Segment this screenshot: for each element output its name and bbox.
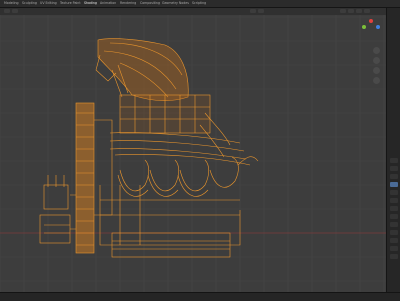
tool-scene-icon[interactable] (390, 174, 398, 179)
3d-viewport[interactable] (0, 15, 386, 292)
tool-view-layer-icon[interactable] (390, 254, 398, 259)
tool-material-icon[interactable] (390, 198, 398, 203)
camera-icon[interactable] (373, 67, 380, 74)
pan-icon[interactable] (373, 57, 380, 64)
tool-modifier-icon[interactable] (390, 190, 398, 195)
tool-world-icon[interactable] (390, 246, 398, 251)
tool-texture-icon[interactable] (390, 214, 398, 219)
tab-rendering[interactable]: Rendering (120, 1, 136, 6)
wireframe-shading-button[interactable] (340, 9, 346, 13)
solid-shading-button[interactable] (348, 9, 354, 13)
properties-sidebar (386, 8, 400, 292)
shading-button[interactable] (258, 9, 264, 13)
mode-button[interactable] (12, 9, 18, 13)
tab-scripting[interactable]: Scripting (192, 1, 206, 6)
tool-constraint-icon[interactable] (390, 230, 398, 235)
tab-animation[interactable]: Animation (100, 1, 116, 6)
zoom-icon[interactable] (373, 47, 380, 54)
tab-compositing[interactable]: Compositing (140, 1, 160, 6)
tool-particles-icon[interactable] (390, 238, 398, 243)
tool-object-icon[interactable] (390, 182, 398, 187)
tab-uv-editing[interactable]: UV Editing (40, 1, 57, 6)
tool-render-icon[interactable] (390, 158, 398, 163)
editor-type-button[interactable] (4, 9, 10, 13)
tab-sculpting[interactable]: Sculpting (22, 1, 37, 6)
render-shading-button[interactable] (364, 9, 370, 13)
gizmo-z-icon[interactable] (376, 25, 380, 29)
material-shading-button[interactable] (356, 9, 362, 13)
tab-texture-paint[interactable]: Texture Paint (60, 1, 81, 6)
engine-wireframe-model[interactable] (0, 15, 386, 292)
tool-physics-icon[interactable] (390, 222, 398, 227)
grid-icon[interactable] (373, 77, 380, 84)
viewport-header (0, 8, 386, 15)
tab-shading[interactable]: Shading (84, 1, 97, 6)
tab-geometry-nodes[interactable]: Geometry Nodes (162, 1, 189, 6)
tool-output-icon[interactable] (390, 166, 398, 171)
overlay-button[interactable] (250, 9, 256, 13)
gizmo-x-icon[interactable] (369, 19, 373, 23)
tab-modeling[interactable]: Modeling (4, 1, 19, 6)
gizmo-y-icon[interactable] (362, 25, 366, 29)
tool-data-icon[interactable] (390, 206, 398, 211)
